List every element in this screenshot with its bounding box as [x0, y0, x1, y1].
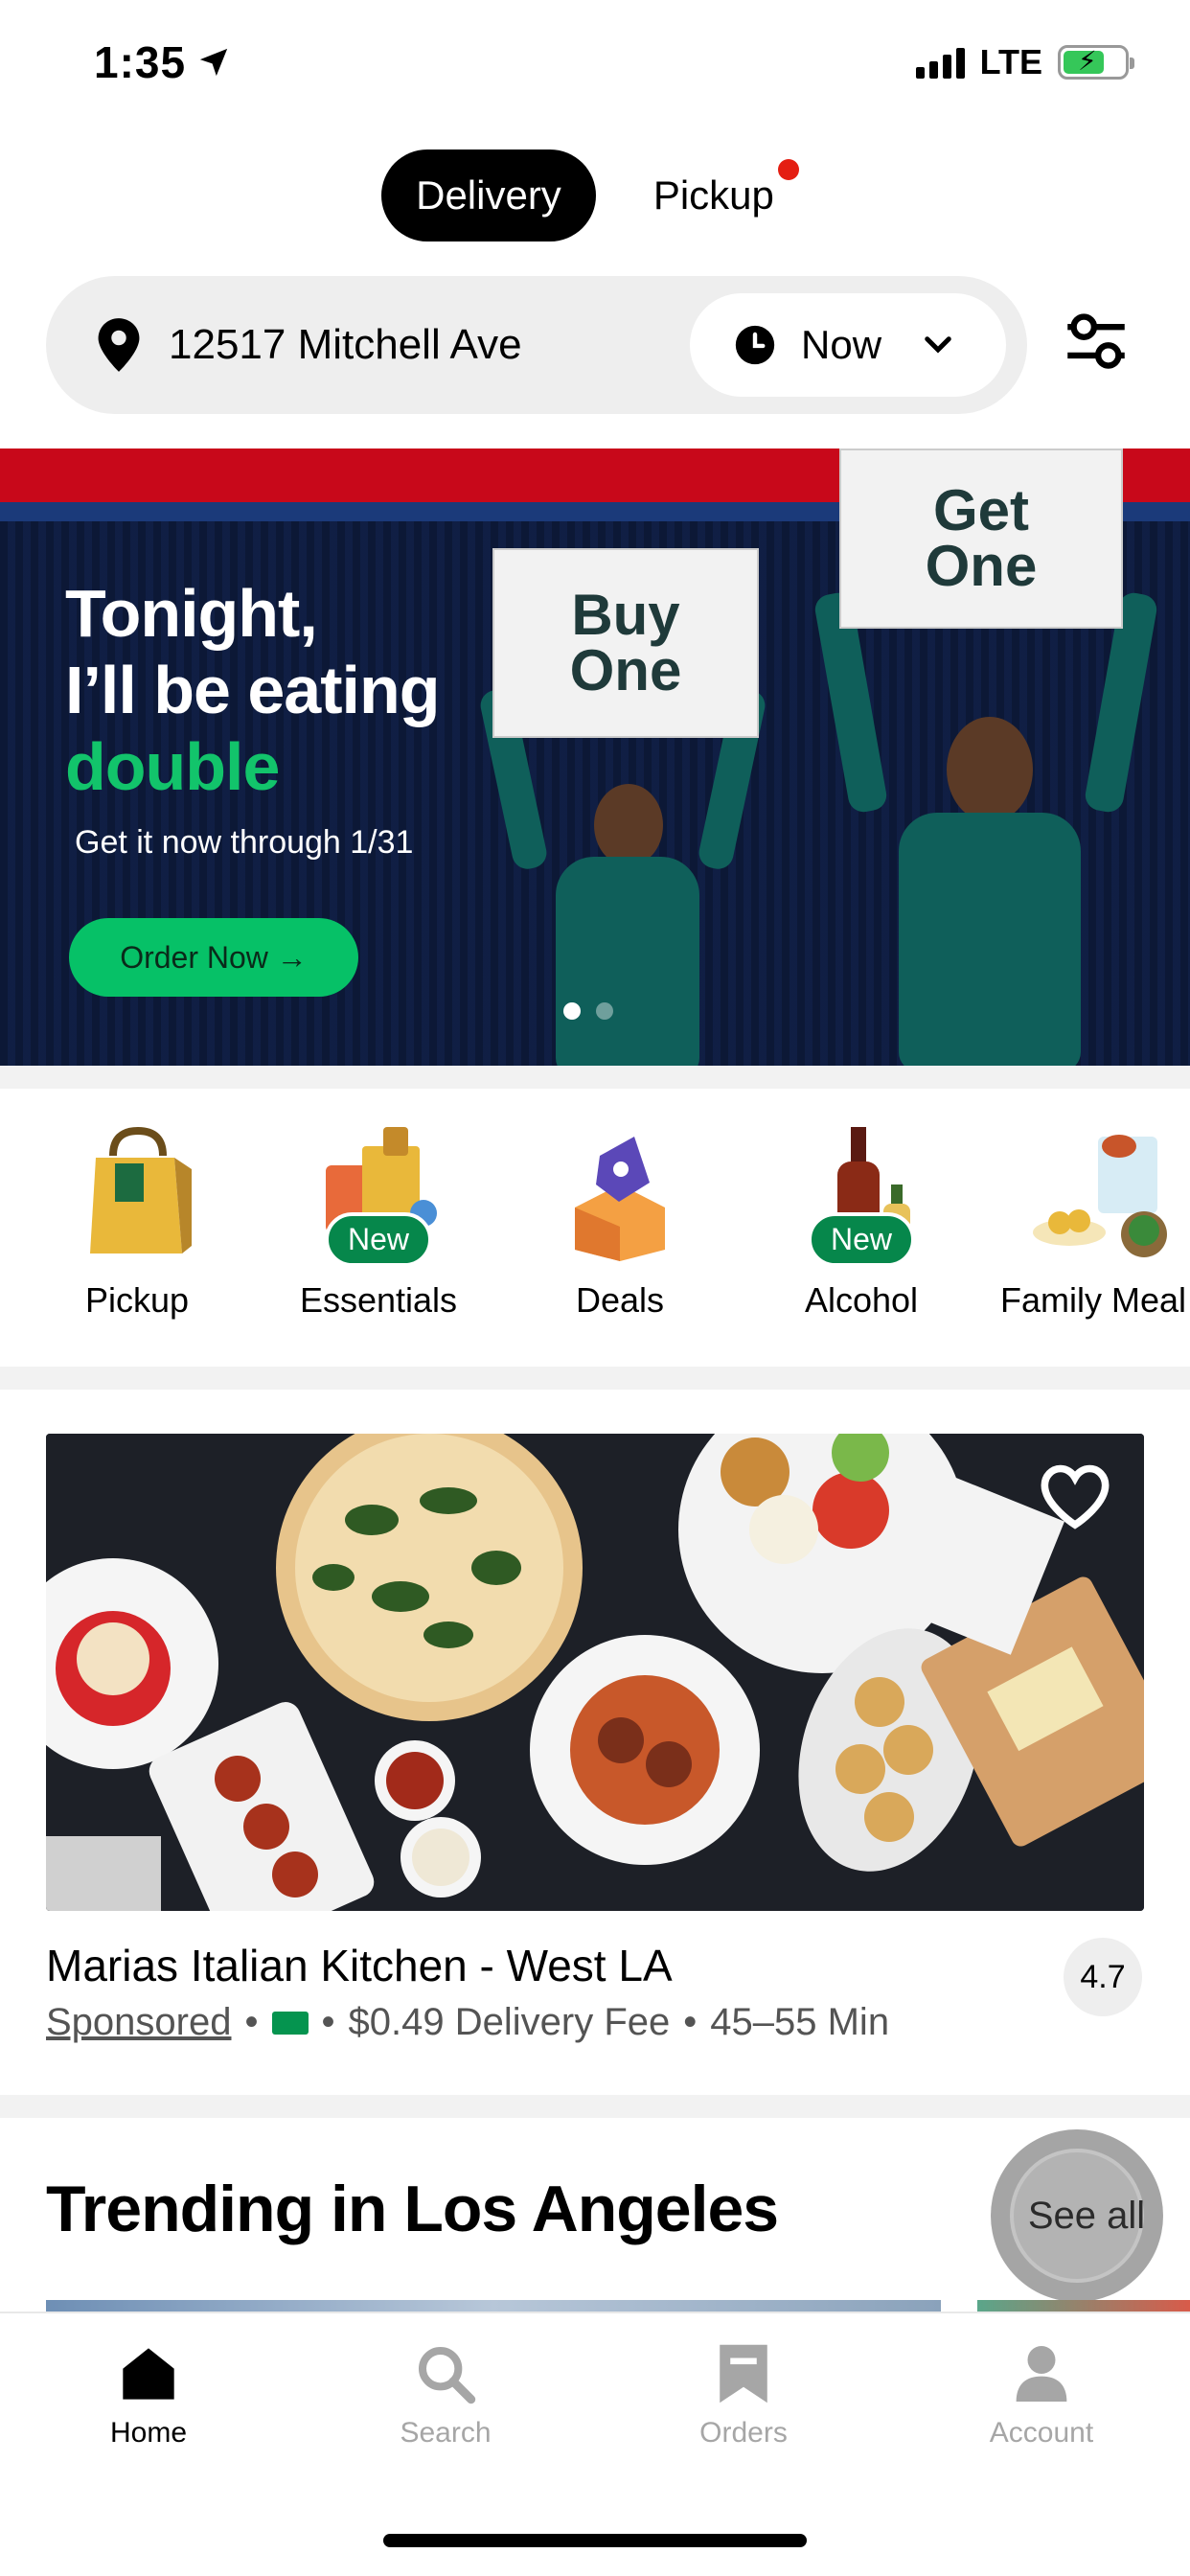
- location-pin-icon: [94, 316, 144, 374]
- clock-text: 1:35: [94, 37, 187, 87]
- promo-banner[interactable]: Buy One Get One Tonight, I’ll be eating …: [0, 448, 1190, 1066]
- tab-label: Search: [400, 2417, 492, 2449]
- restaurant-meta: Sponsored • • $0.49 Delivery Fee • 45–55…: [46, 2001, 889, 2044]
- banner-headline: Tonight, I’ll be eating double: [65, 576, 441, 804]
- status-time: 1:35: [94, 36, 230, 88]
- section-divider: [0, 1367, 1190, 1390]
- delivery-label: Delivery: [416, 172, 561, 218]
- tab-label: Orders: [699, 2417, 788, 2449]
- location-arrow-icon: [199, 48, 228, 77]
- tab-orders[interactable]: Orders: [648, 2340, 839, 2450]
- delivery-time: 45–55 Min: [710, 2001, 890, 2043]
- wine-bottle-icon: New: [799, 1127, 924, 1267]
- category-label: Alcohol: [804, 1280, 919, 1320]
- filter-icon[interactable]: [1064, 309, 1129, 374]
- family-meal-icon: [1031, 1127, 1167, 1261]
- pickup-label: Pickup: [652, 172, 774, 218]
- section-divider: [0, 1066, 1190, 1089]
- meta-separator: •: [683, 2001, 698, 2043]
- order-now-button[interactable]: Order Now →: [69, 918, 358, 997]
- restaurant-image[interactable]: [46, 1434, 1144, 1911]
- network-type: LTE: [979, 42, 1042, 81]
- receipt-icon: [713, 2340, 774, 2407]
- restaurant-name[interactable]: Marias Italian Kitchen - West LA: [46, 1940, 673, 1991]
- tab-label: Home: [109, 2417, 188, 2449]
- see-all-button[interactable]: See all: [991, 2129, 1163, 2302]
- status-bar: 1:35 LTE ⚡: [0, 0, 1190, 130]
- sign-buy-one: Buy One: [492, 548, 759, 738]
- category-pickup[interactable]: Pickup: [27, 1126, 247, 1321]
- tab-account[interactable]: Account: [946, 2340, 1137, 2450]
- favorite-heart-icon[interactable]: [1039, 1462, 1111, 1530]
- delivery-tab[interactable]: Delivery: [381, 150, 596, 242]
- search-icon: [415, 2340, 476, 2407]
- section-divider: [0, 2095, 1190, 2118]
- category-essentials[interactable]: New Essentials: [268, 1127, 489, 1321]
- schedule-label: Now: [801, 322, 882, 367]
- delivery-fee: $0.49 Delivery Fee: [348, 2001, 671, 2043]
- see-all-label: See all: [1027, 2194, 1146, 2237]
- tab-search[interactable]: Search: [350, 2340, 541, 2450]
- status-indicators: LTE ⚡: [915, 42, 1134, 82]
- new-badge: New: [807, 1212, 916, 1267]
- sponsored-link[interactable]: Sponsored: [46, 2001, 231, 2044]
- category-alcohol[interactable]: New Alcohol: [751, 1127, 972, 1321]
- category-label: Essentials: [299, 1280, 458, 1320]
- new-badge: New: [324, 1212, 433, 1267]
- category-label: Pickup: [84, 1280, 190, 1320]
- signal-icon: [915, 46, 965, 79]
- ticket-icon: [271, 2011, 309, 2035]
- delivery-address[interactable]: 12517 Mitchell Ave: [169, 321, 690, 369]
- home-indicator[interactable]: [383, 2534, 807, 2547]
- clock-icon: [735, 325, 775, 365]
- deals-tag-icon: [558, 1127, 682, 1261]
- battery-icon: ⚡: [1058, 45, 1134, 80]
- mode-toggle: Delivery Pickup: [0, 150, 1190, 242]
- tab-home[interactable]: Home: [53, 2340, 244, 2450]
- shopping-bag-icon: [75, 1126, 199, 1261]
- category-deals[interactable]: Deals: [510, 1127, 730, 1321]
- meta-separator: •: [244, 2001, 259, 2043]
- meta-separator: •: [321, 2001, 335, 2043]
- address-bar[interactable]: 12517 Mitchell Ave Now: [46, 276, 1027, 414]
- rating-badge: 4.7: [1064, 1938, 1142, 2016]
- section-title: Trending in Los Angeles: [46, 2173, 779, 2245]
- person-icon: [1011, 2340, 1072, 2407]
- schedule-dropdown[interactable]: Now: [690, 293, 1006, 397]
- promo-person-right: [812, 554, 1159, 1066]
- carousel-pager: [563, 1002, 613, 1020]
- chevron-down-icon: [925, 336, 951, 354]
- category-row: Pickup New Essentials Deals New Alcohol …: [0, 1089, 1190, 1367]
- notification-dot: [777, 159, 799, 180]
- sign-get-one: Get One: [839, 448, 1123, 629]
- category-family-meal[interactable]: Family Meal: [983, 1127, 1190, 1321]
- tab-label: Account: [989, 2417, 1094, 2449]
- banner-subtitle: Get it now through 1/31: [75, 824, 414, 861]
- home-icon: [118, 2340, 179, 2407]
- category-label: Family Meal: [999, 1280, 1187, 1320]
- category-label: Deals: [575, 1280, 665, 1320]
- grocery-bag-icon: New: [316, 1127, 441, 1267]
- pickup-tab[interactable]: Pickup: [619, 150, 809, 242]
